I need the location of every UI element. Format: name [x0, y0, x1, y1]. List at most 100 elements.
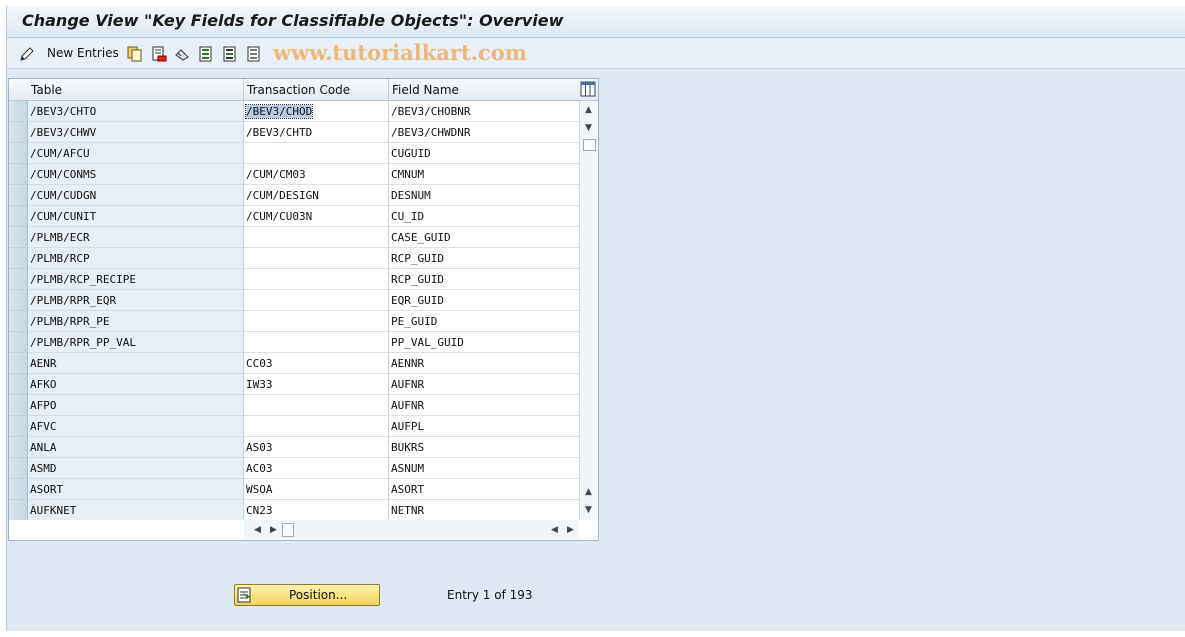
row-selector[interactable]	[9, 206, 28, 227]
cell-field-name[interactable]: RCP_GUID	[389, 248, 579, 269]
cell-field-name[interactable]: /BEV3/CHWDNR	[389, 122, 579, 143]
cell-table[interactable]: /CUM/CUDGN	[28, 185, 243, 206]
cell-transaction-code[interactable]: /CUM/CU03N	[244, 206, 388, 227]
select-block-icon[interactable]	[222, 46, 238, 62]
column-header-field-name[interactable]: Field Name	[389, 79, 579, 101]
cell-field-name[interactable]: PE_GUID	[389, 311, 579, 332]
cell-table[interactable]: /BEV3/CHTO	[28, 101, 243, 122]
row-selector[interactable]	[9, 290, 28, 311]
vertical-scrollbar[interactable]: ▲ ▼ ▲ ▼	[579, 101, 598, 520]
cell-table[interactable]: AUFKNET	[28, 500, 243, 520]
cell-transaction-code[interactable]: /CUM/DESIGN	[244, 185, 388, 206]
cell-transaction-code[interactable]: WSOA	[244, 479, 388, 500]
row-selector[interactable]	[9, 143, 28, 164]
row-selector[interactable]	[9, 311, 28, 332]
copy-icon[interactable]	[127, 46, 143, 62]
cell-table[interactable]: /PLMB/ECR	[28, 227, 243, 248]
row-selector[interactable]	[9, 395, 28, 416]
row-selector[interactable]	[9, 101, 28, 122]
row-selector[interactable]	[9, 185, 28, 206]
cell-table[interactable]: /PLMB/RPR_PP_VAL	[28, 332, 243, 353]
row-selector[interactable]	[9, 374, 28, 395]
row-selector[interactable]	[9, 500, 28, 520]
cell-table[interactable]: /PLMB/RCP_RECIPE	[28, 269, 243, 290]
highlighted-value[interactable]: /BEV3/CHOD	[244, 104, 314, 119]
cell-field-name[interactable]: CUGUID	[389, 143, 579, 164]
cell-table[interactable]: AFKO	[28, 374, 243, 395]
horizontal-scrollbar[interactable]: ◀ ▶ ◀ ▶	[244, 520, 579, 539]
cell-table[interactable]: /CUM/AFCU	[28, 143, 243, 164]
cell-field-name[interactable]: EQR_GUID	[389, 290, 579, 311]
cell-table[interactable]: /CUM/CONMS	[28, 164, 243, 185]
column-header-transaction-code[interactable]: Transaction Code	[244, 79, 389, 101]
cell-field-name[interactable]: CU_ID	[389, 206, 579, 227]
cell-field-name[interactable]: AUFNR	[389, 395, 579, 416]
scroll-left-icon[interactable]: ◀	[254, 525, 261, 535]
cell-field-name-container: AUFNR	[389, 395, 579, 416]
cell-field-name[interactable]: NETNR	[389, 500, 579, 520]
cell-transaction-code[interactable]: /BEV3/CHOD	[244, 101, 388, 122]
watermark: www.tutorialkart.com	[273, 40, 527, 65]
cell-table[interactable]: /PLMB/RPR_EQR	[28, 290, 243, 311]
page-left-icon[interactable]: ◀	[551, 525, 558, 535]
scroll-right-icon[interactable]: ▶	[270, 525, 277, 535]
cell-field-name[interactable]: DESNUM	[389, 185, 579, 206]
cell-transaction-code[interactable]: CN23	[244, 500, 388, 520]
cell-table[interactable]: AENR	[28, 353, 243, 374]
vertical-scroll-thumb[interactable]	[583, 139, 596, 151]
delete-icon[interactable]	[151, 46, 167, 62]
page-up-icon[interactable]: ▲	[585, 487, 592, 497]
cell-table[interactable]: ANLA	[28, 437, 243, 458]
cell-field-name-container: AUFNR	[389, 374, 579, 395]
cell-transaction-code[interactable]: /BEV3/CHTD	[244, 122, 388, 143]
cell-table[interactable]: /PLMB/RPR_PE	[28, 311, 243, 332]
cell-table[interactable]: AFPO	[28, 395, 243, 416]
row-selector[interactable]	[9, 332, 28, 353]
cell-transaction-code[interactable]: IW33	[244, 374, 388, 395]
row-selector[interactable]	[9, 164, 28, 185]
cell-field-name[interactable]: BUKRS	[389, 437, 579, 458]
row-selector[interactable]	[9, 269, 28, 290]
row-selector[interactable]	[9, 458, 28, 479]
cell-field-name[interactable]: CASE_GUID	[389, 227, 579, 248]
cell-field-name[interactable]: AENNR	[389, 353, 579, 374]
new-entries-button[interactable]: New Entries	[47, 46, 119, 60]
scroll-down-icon[interactable]: ▼	[585, 123, 592, 133]
row-selector[interactable]	[9, 416, 28, 437]
cell-table[interactable]: /PLMB/RCP	[28, 248, 243, 269]
cell-transaction-code[interactable]: AS03	[244, 437, 388, 458]
cell-table[interactable]: ASMD	[28, 458, 243, 479]
table-settings-icon[interactable]	[580, 81, 596, 97]
column-header-table[interactable]: Table	[28, 79, 244, 101]
cell-table[interactable]: /CUM/CUNIT	[28, 206, 243, 227]
cell-table[interactable]: /BEV3/CHWV	[28, 122, 243, 143]
cell-transaction-code[interactable]: CC03	[244, 353, 388, 374]
cell-field-name[interactable]: /BEV3/CHOBNR	[389, 101, 579, 122]
row-selector[interactable]	[9, 353, 28, 374]
row-selector[interactable]	[9, 479, 28, 500]
cell-field-name[interactable]: AUFPL	[389, 416, 579, 437]
cell-table[interactable]: ASORT	[28, 479, 243, 500]
undo-icon[interactable]	[174, 46, 190, 62]
cell-transaction-code[interactable]: /CUM/CM03	[244, 164, 388, 185]
cell-field-name[interactable]: ASORT	[389, 479, 579, 500]
deselect-all-icon[interactable]	[246, 46, 262, 62]
cell-table[interactable]: AFVC	[28, 416, 243, 437]
horizontal-scroll-thumb[interactable]	[282, 523, 294, 537]
row-selector[interactable]	[9, 248, 28, 269]
cell-field-name[interactable]: ASNUM	[389, 458, 579, 479]
page-right-icon[interactable]: ▶	[567, 525, 574, 535]
row-selector[interactable]	[9, 437, 28, 458]
edit-pencil-icon[interactable]	[19, 46, 35, 62]
row-selector[interactable]	[9, 227, 28, 248]
cell-field-name[interactable]: RCP_GUID	[389, 269, 579, 290]
cell-field-name[interactable]: CMNUM	[389, 164, 579, 185]
page-down-icon[interactable]: ▼	[585, 505, 592, 515]
row-selector[interactable]	[9, 122, 28, 143]
position-button[interactable]: Position...	[234, 584, 380, 606]
cell-field-name[interactable]: PP_VAL_GUID	[389, 332, 579, 353]
scroll-up-icon[interactable]: ▲	[585, 105, 592, 115]
cell-field-name[interactable]: AUFNR	[389, 374, 579, 395]
select-all-icon[interactable]	[198, 46, 214, 62]
cell-transaction-code[interactable]: AC03	[244, 458, 388, 479]
